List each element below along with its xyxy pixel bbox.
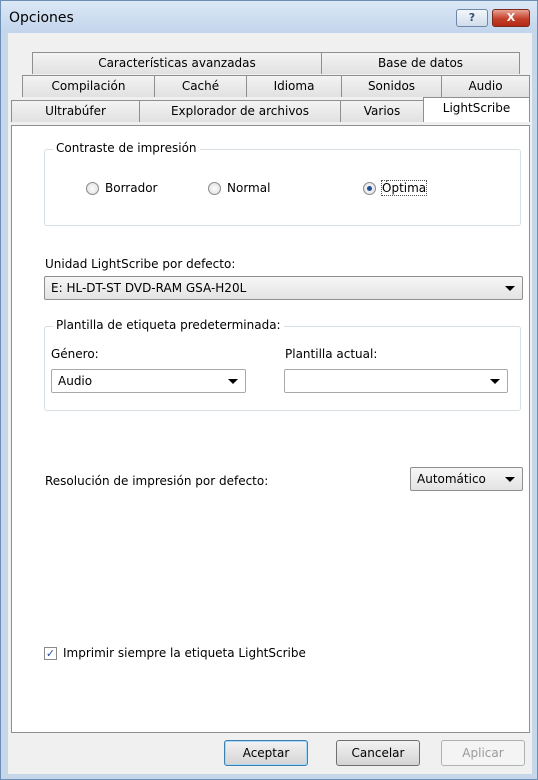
- current-template-select[interactable]: [284, 369, 508, 393]
- chevron-down-icon: [505, 286, 515, 291]
- print-contrast-group: Contraste de impresión Borrador Normal Ó…: [44, 141, 521, 226]
- radio-borrador[interactable]: [86, 182, 99, 195]
- always-print-checkbox[interactable]: ✓: [44, 647, 57, 660]
- dialog-client-area: Características avanzadas Base de datos …: [8, 33, 532, 774]
- close-button[interactable]: X: [492, 9, 530, 27]
- options-dialog: Opciones ? X Características avanzadas B…: [0, 0, 538, 780]
- ok-button[interactable]: Aceptar: [224, 740, 308, 766]
- default-template-group: Plantilla de etiqueta predeterminada: Gé…: [44, 318, 521, 411]
- help-button[interactable]: ?: [456, 9, 488, 27]
- current-template-label: Plantilla actual:: [285, 347, 378, 361]
- apply-button[interactable]: Aplicar: [441, 740, 525, 766]
- tab-base-de-datos[interactable]: Base de datos: [321, 52, 520, 74]
- tab-audio[interactable]: Audio: [441, 75, 530, 97]
- tab-ultrabufer[interactable]: Ultrabúfer: [11, 100, 140, 122]
- tab-cache[interactable]: Caché: [154, 75, 247, 97]
- cancel-button[interactable]: Cancelar: [336, 740, 420, 766]
- default-resolution-label: Resolución de impresión por defecto:: [45, 474, 269, 488]
- tab-idioma[interactable]: Idioma: [246, 75, 342, 97]
- tab-explorador-de-archivos[interactable]: Explorador de archivos: [139, 100, 341, 122]
- tab-sonidos[interactable]: Sonidos: [341, 75, 442, 97]
- lightscribe-panel: Contraste de impresión Borrador Normal Ó…: [11, 125, 530, 733]
- default-resolution-value: Automático: [417, 472, 486, 486]
- default-template-title: Plantilla de etiqueta predeterminada:: [53, 318, 284, 332]
- tab-lightscribe[interactable]: LightScribe: [423, 97, 530, 122]
- radio-normal-label[interactable]: Normal: [227, 181, 270, 195]
- tab-varios[interactable]: Varios: [340, 100, 424, 122]
- chevron-down-icon: [490, 379, 500, 384]
- tab-compilacion[interactable]: Compilación: [22, 75, 155, 97]
- genre-value: Audio: [58, 374, 93, 388]
- default-resolution-select[interactable]: Automático: [410, 467, 523, 491]
- title-bar[interactable]: Opciones ? X: [1, 1, 537, 33]
- always-print-label[interactable]: Imprimir siempre la etiqueta LightScribe: [63, 646, 306, 660]
- chevron-down-icon: [505, 477, 515, 482]
- window-title: Opciones: [9, 10, 74, 26]
- genre-select[interactable]: Audio: [51, 369, 246, 393]
- default-drive-value: E: HL-DT-ST DVD-RAM GSA-H20L: [51, 281, 247, 295]
- print-contrast-title: Contraste de impresión: [53, 141, 200, 155]
- radio-optima[interactable]: [363, 182, 376, 195]
- default-drive-select[interactable]: E: HL-DT-ST DVD-RAM GSA-H20L: [44, 276, 523, 300]
- default-drive-label: Unidad LightScribe por defecto:: [45, 257, 236, 271]
- chevron-down-icon: [228, 379, 238, 384]
- radio-normal[interactable]: [208, 182, 221, 195]
- tab-caracteristicas-avanzadas[interactable]: Características avanzadas: [32, 52, 322, 74]
- radio-borrador-label[interactable]: Borrador: [105, 181, 157, 195]
- genre-label: Género:: [51, 347, 99, 361]
- radio-optima-label[interactable]: Óptima: [380, 180, 428, 196]
